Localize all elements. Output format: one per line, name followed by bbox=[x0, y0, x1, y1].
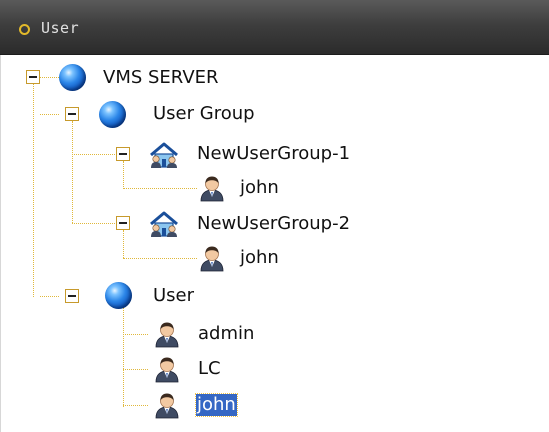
collapse-minus-icon[interactable] bbox=[65, 289, 79, 303]
tree-connector bbox=[123, 334, 148, 335]
panel-indicator-icon bbox=[19, 24, 30, 35]
user-icon bbox=[198, 174, 226, 202]
tree-node-user-john-selected[interactable]: john bbox=[195, 393, 238, 417]
globe-icon bbox=[105, 282, 132, 309]
user-tree-panel: VMS SERVER User Group NewUserGroup-1 joh… bbox=[0, 55, 549, 432]
globe-icon bbox=[59, 64, 86, 91]
user-icon bbox=[153, 320, 181, 348]
tree-node-group-1-member[interactable]: john bbox=[240, 177, 279, 199]
tree-connector bbox=[123, 405, 148, 406]
tree-connector bbox=[40, 114, 59, 115]
house-group-icon bbox=[149, 211, 179, 237]
tree-connector bbox=[72, 223, 117, 224]
tree-node-user[interactable]: User bbox=[153, 285, 194, 307]
tree-node-group-2-member[interactable]: john bbox=[240, 247, 279, 269]
tree-connector bbox=[123, 258, 197, 259]
tree-connector bbox=[72, 121, 73, 223]
collapse-minus-icon[interactable] bbox=[116, 147, 130, 161]
tree-connector bbox=[72, 154, 117, 155]
tree-connector bbox=[123, 161, 124, 189]
tree-node-user-lc[interactable]: LC bbox=[198, 358, 221, 380]
collapse-minus-icon[interactable] bbox=[116, 216, 130, 230]
tree-node-vms-server[interactable]: VMS SERVER bbox=[103, 67, 219, 89]
tree-connector bbox=[40, 77, 59, 78]
tree-node-group-1[interactable]: NewUserGroup-1 bbox=[197, 143, 350, 165]
tree-connector bbox=[123, 188, 197, 189]
tree-connector bbox=[123, 230, 124, 258]
collapse-minus-icon[interactable] bbox=[65, 107, 79, 121]
tree-connector bbox=[40, 296, 59, 297]
tree-node-group-2[interactable]: NewUserGroup-2 bbox=[197, 213, 350, 235]
user-icon bbox=[198, 244, 226, 272]
tree-node-user-admin[interactable]: admin bbox=[198, 323, 254, 345]
tree-connector bbox=[123, 369, 148, 370]
collapse-minus-icon[interactable] bbox=[26, 70, 40, 84]
user-icon bbox=[153, 355, 181, 383]
panel-title-bar: User bbox=[0, 0, 549, 55]
panel-title: User bbox=[41, 19, 80, 37]
user-icon bbox=[153, 391, 181, 419]
tree-node-user-group[interactable]: User Group bbox=[153, 103, 255, 125]
tree-connector bbox=[123, 303, 124, 407]
tree-connector bbox=[33, 81, 34, 297]
house-group-icon bbox=[149, 142, 179, 168]
globe-icon bbox=[99, 101, 126, 128]
